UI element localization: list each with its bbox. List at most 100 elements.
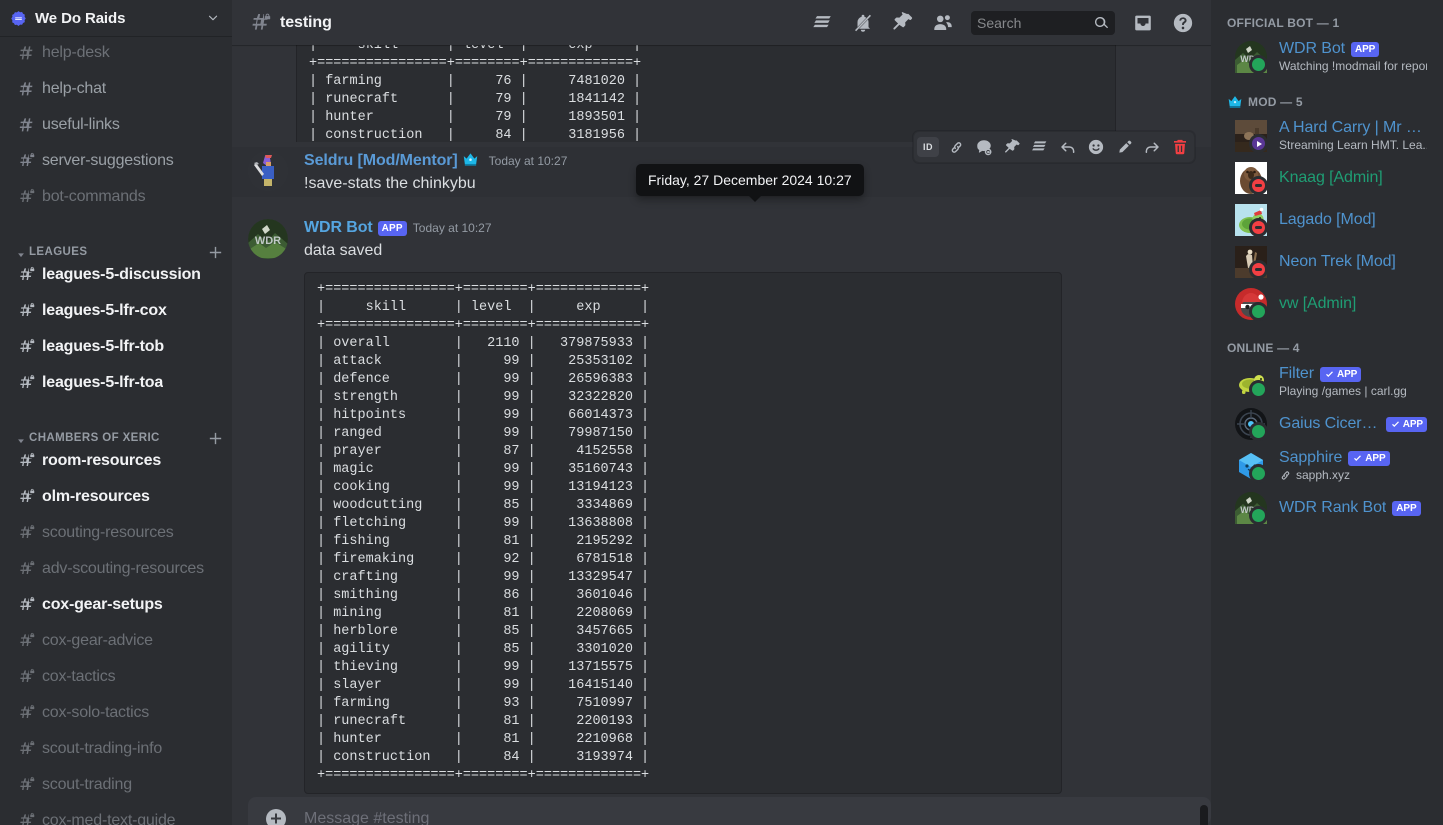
hash-lock-icon xyxy=(16,373,36,393)
message-author[interactable]: Seldru [Mod/Mentor] xyxy=(304,150,458,172)
message-row[interactable]: WDR WDR Bot APP Today at 10:27 data save… xyxy=(232,215,1211,796)
crown-badge-icon xyxy=(462,151,479,167)
hash-lock-icon xyxy=(16,595,36,615)
server-header[interactable]: We Do Raids xyxy=(0,0,232,36)
member-name-text: Sapphire xyxy=(1279,449,1343,466)
sidebar-item-label: help-chat xyxy=(42,80,107,97)
presence-indicator-online xyxy=(1249,55,1268,74)
member-name: Neon Trek [Mod] xyxy=(1279,253,1427,271)
member-list-item[interactable]: A Hard Carry | Mr Gig... Streaming Learn… xyxy=(1227,115,1435,157)
sidebar-item-scout-trading-info[interactable]: scout-trading-info xyxy=(8,732,224,766)
message-hover-toolbar[interactable]: ID xyxy=(913,131,1195,163)
forward-arrow-icon[interactable] xyxy=(1138,133,1166,161)
member-info: WDR Rank Bot APP xyxy=(1279,499,1427,517)
sidebar-item-bot-commands[interactable]: bot-commands xyxy=(8,180,224,214)
member-list-item[interactable]: vw [Admin] xyxy=(1227,283,1435,325)
sidebar-item-leagues-5-lfr-tob[interactable]: leagues-5-lfr-tob xyxy=(8,330,224,364)
search-input[interactable]: Search xyxy=(971,10,1115,35)
member-list-item[interactable]: Gaius Cicereius APP xyxy=(1227,403,1435,445)
message-composer[interactable]: Message #testing xyxy=(232,797,1195,825)
plus-icon[interactable] xyxy=(206,429,224,447)
member-list-item[interactable]: Knaag [Admin] xyxy=(1227,157,1435,199)
avatar xyxy=(1235,288,1268,321)
member-name: WDR Bot APP xyxy=(1279,40,1427,58)
message-scrollbar[interactable] xyxy=(1195,90,1211,825)
hash-lock-icon xyxy=(16,775,36,795)
bell-muted-icon[interactable] xyxy=(851,11,875,35)
chevron-down-icon[interactable] xyxy=(206,11,220,25)
sidebar-item-adv-scouting-resources[interactable]: adv-scouting-resources xyxy=(8,552,224,586)
app-badge-label: APP xyxy=(1365,452,1386,464)
threads-icon[interactable] xyxy=(1026,133,1054,161)
pin-icon[interactable] xyxy=(891,11,915,35)
member-status: Streaming Learn HMT. Lea... xyxy=(1279,137,1427,153)
sidebar-item-help-chat[interactable]: help-chat xyxy=(8,72,224,106)
inbox-icon[interactable] xyxy=(1131,11,1155,35)
composer-input[interactable]: Message #testing xyxy=(248,797,1179,825)
member-list-item[interactable]: WDR WDR Rank Bot APP xyxy=(1227,487,1435,529)
member-list-item[interactable]: Filter APP Playing /games | carl.gg xyxy=(1227,361,1435,403)
sidebar-item-leagues-5-discussion[interactable]: leagues-5-discussion xyxy=(8,258,224,292)
member-list-item[interactable]: Sapphire APP sapph.xyz xyxy=(1227,445,1435,487)
message-list[interactable]: +================+========+=============… xyxy=(232,45,1211,825)
sidebar-item-cox-solo-tactics[interactable]: cox-solo-tactics xyxy=(8,696,224,730)
sidebar-item-help-desk[interactable]: help-desk xyxy=(8,36,224,70)
member-name-text: Neon Trek [Mod] xyxy=(1279,253,1396,270)
sidebar-item-label: room-resources xyxy=(42,452,162,469)
verified-app-badge: APP xyxy=(1348,450,1390,466)
members-icon[interactable] xyxy=(931,11,955,35)
avatar[interactable] xyxy=(248,151,288,191)
help-icon[interactable] xyxy=(1171,11,1195,35)
message-author[interactable]: WDR Bot xyxy=(304,217,373,239)
category-header-leagues[interactable]: LEAGUES xyxy=(0,230,232,258)
sidebar-item-leagues-5-lfr-toa[interactable]: leagues-5-lfr-toa xyxy=(8,366,224,400)
members-panel[interactable]: OFFICIAL BOT — 1 WDR WDR Bot APP Watching… xyxy=(1211,0,1443,825)
sidebar-item-room-resources[interactable]: room-resources xyxy=(8,444,224,478)
edit-pencil-icon[interactable] xyxy=(1110,133,1138,161)
sidebar-item-server-suggestions[interactable]: server-suggestions xyxy=(8,144,224,178)
sidebar-item-olm-resources[interactable]: olm-resources xyxy=(8,480,224,514)
presence-indicator-online xyxy=(1249,464,1268,483)
pin-icon[interactable] xyxy=(998,133,1026,161)
member-list-item[interactable]: Lagado [Mod] xyxy=(1227,199,1435,241)
member-status: Playing /games | carl.gg xyxy=(1279,383,1427,399)
sidebar-item-scout-trading[interactable]: scout-trading xyxy=(8,768,224,802)
sidebar-item-cox-med-text-guide[interactable]: cox-med-text-guide xyxy=(8,804,224,825)
sidebar-item-scouting-resources[interactable]: scouting-resources xyxy=(8,516,224,550)
id-badge-icon[interactable]: ID xyxy=(917,137,939,157)
delete-trash-icon[interactable] xyxy=(1166,133,1194,161)
previous-stats-table: +================+========+=============… xyxy=(296,45,1116,142)
reply-arrow-icon[interactable] xyxy=(1054,133,1082,161)
link-icon[interactable] xyxy=(942,133,970,161)
sidebar-item-label: useful-links xyxy=(42,116,120,133)
hash-lock-icon xyxy=(16,667,36,687)
emoji-icon[interactable] xyxy=(1082,133,1110,161)
app-badge: APP xyxy=(1350,41,1380,57)
scrollbar-thumb[interactable] xyxy=(1200,805,1208,825)
member-info: Filter APP Playing /games | carl.gg xyxy=(1279,365,1427,399)
channel-list[interactable]: help-desk help-chat useful-links server-su… xyxy=(0,36,232,825)
member-group-header: ONLINE — 4 xyxy=(1227,341,1435,355)
plus-circle-icon[interactable] xyxy=(264,807,288,825)
plus-icon[interactable] xyxy=(206,243,224,261)
channel-sidebar: We Do Raids help-desk help-chat useful-lin… xyxy=(0,0,232,825)
hash-lock-icon xyxy=(16,187,36,207)
member-list-item[interactable]: WDR WDR Bot APP Watching !modmail for rep… xyxy=(1227,36,1435,78)
member-name-text: WDR Bot xyxy=(1279,40,1345,57)
sidebar-item-leagues-5-lfr-cox[interactable]: leagues-5-lfr-cox xyxy=(8,294,224,328)
sidebar-item-label: leagues-5-lfr-cox xyxy=(42,302,167,319)
sidebar-item-cox-tactics[interactable]: cox-tactics xyxy=(8,660,224,694)
sidebar-item-useful-links[interactable]: useful-links xyxy=(8,108,224,142)
hash-icon xyxy=(16,79,36,99)
reply-quote-icon[interactable] xyxy=(970,133,998,161)
sidebar-item-label: help-desk xyxy=(42,44,110,61)
sidebar-item-cox-gear-advice[interactable]: cox-gear-advice xyxy=(8,624,224,658)
threads-icon[interactable] xyxy=(811,11,835,35)
member-list-item[interactable]: Neon Trek [Mod] xyxy=(1227,241,1435,283)
category-header-chambers-of-xeric[interactable]: CHAMBERS OF XERIC xyxy=(0,416,232,444)
sidebar-item-cox-gear-setups[interactable]: cox-gear-setups xyxy=(8,588,224,622)
avatar[interactable]: WDR xyxy=(248,219,288,259)
member-group-label: OFFICIAL BOT — 1 xyxy=(1227,16,1340,30)
sidebar-item-label: cox-tactics xyxy=(42,668,116,685)
sidebar-item-label: olm-resources xyxy=(42,488,150,505)
